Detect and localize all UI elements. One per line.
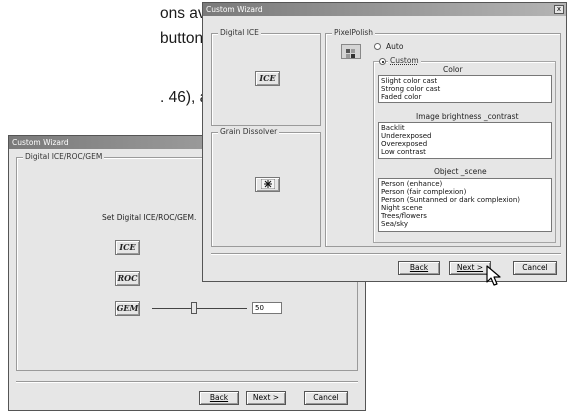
custom-radio-label: Custom (388, 56, 421, 66)
set-instruction-text: Set Digital ICE/ROC/GEM. (102, 213, 197, 222)
brightness-listbox[interactable]: Backlit Underexposed Overexposed Low con… (378, 122, 552, 159)
object-scene-label: Object _scene (434, 167, 487, 176)
brightness-label: Image brightness _contrast (416, 112, 519, 121)
back-window-next-button[interactable]: Next > (246, 391, 286, 405)
front-window-titlebar[interactable]: Custom Wizard x (203, 3, 566, 16)
ice-icon: ICE (119, 242, 136, 252)
digital-ice-roc-gem-label: Digital ICE/ROC/GEM (23, 152, 105, 162)
object-option[interactable]: Person (fair complexion) (381, 188, 549, 196)
gem-value-field[interactable]: 50 (252, 302, 282, 314)
roc-button[interactable]: ROC (115, 271, 140, 286)
front-window-next-button[interactable]: Next > (449, 261, 491, 275)
grain-dissolver-label: Grain Dissolver (218, 127, 280, 137)
color-option[interactable]: Slight color cast (381, 77, 549, 85)
digital-ice-label: Digital ICE (218, 28, 261, 38)
front-window-cancel-label: Cancel (522, 263, 548, 272)
object-option[interactable]: Person (enhance) (381, 180, 549, 188)
gem-slider-thumb[interactable] (191, 302, 197, 314)
front-window-next-label: Next > (456, 263, 484, 272)
close-icon: x (556, 5, 562, 13)
front-window-title: Custom Wizard (206, 5, 263, 14)
auto-radio-label: Auto (386, 42, 404, 51)
object-option[interactable]: Person (Suntanned or dark complexion) (381, 196, 549, 204)
gem-icon: GEM (116, 303, 139, 313)
gem-button[interactable]: GEM (115, 301, 140, 316)
roc-icon: ROC (117, 273, 138, 283)
back-window-back-label: Back (209, 393, 229, 402)
back-window-back-button[interactable]: Back (199, 391, 239, 405)
grain-dissolver-button[interactable] (255, 177, 280, 192)
close-button[interactable]: x (554, 5, 564, 14)
pixelpolish-label: PixelPolish (332, 28, 376, 38)
object-option[interactable]: Night scene (381, 204, 549, 212)
object-option[interactable]: Sea/sky (381, 220, 549, 228)
digital-ice-group: Digital ICE ICE (211, 28, 321, 126)
auto-radio[interactable] (374, 43, 381, 50)
brightness-option[interactable]: Overexposed (381, 140, 549, 148)
back-window-next-label: Next > (252, 393, 280, 402)
back-window-title: Custom Wizard (12, 138, 69, 147)
object-option[interactable]: Trees/flowers (381, 212, 549, 220)
front-window-cancel-button[interactable]: Cancel (513, 261, 557, 275)
ice-button[interactable]: ICE (115, 240, 140, 255)
front-window-back-button[interactable]: Back (398, 261, 440, 275)
grain-dissolver-icon (260, 178, 275, 190)
front-window-divider (211, 253, 561, 255)
custom-radio[interactable] (379, 58, 386, 65)
color-option[interactable]: Strong color cast (381, 85, 549, 93)
front-ice-button[interactable]: ICE (255, 71, 280, 86)
gem-slider-track[interactable] (152, 308, 247, 309)
front-window-back-label: Back (409, 263, 429, 272)
back-window-cancel-label: Cancel (313, 393, 339, 402)
pixelpolish-group: PixelPolish Auto Custom Color Slight col… (325, 28, 561, 247)
object-scene-listbox[interactable]: Person (enhance) Person (fair complexion… (378, 178, 552, 232)
brightness-option[interactable]: Underexposed (381, 132, 549, 140)
pixelpolish-icon (341, 44, 361, 59)
brightness-option[interactable]: Low contrast (381, 148, 549, 156)
custom-group: Custom Color Slight color cast Strong co… (373, 56, 556, 243)
color-listbox[interactable]: Slight color cast Strong color cast Fade… (378, 75, 552, 103)
front-wizard-window: Custom Wizard x Digital ICE ICE Grain Di… (202, 2, 567, 286)
color-label: Color (443, 65, 463, 74)
brightness-option[interactable]: Backlit (381, 124, 549, 132)
mouse-cursor-icon (486, 265, 501, 286)
color-option[interactable]: Faded color (381, 93, 549, 101)
back-window-cancel-button[interactable]: Cancel (304, 391, 348, 405)
gem-value: 50 (255, 304, 264, 312)
grain-dissolver-group: Grain Dissolver (211, 127, 321, 247)
ice-icon: ICE (259, 73, 276, 83)
back-window-divider (16, 381, 358, 383)
